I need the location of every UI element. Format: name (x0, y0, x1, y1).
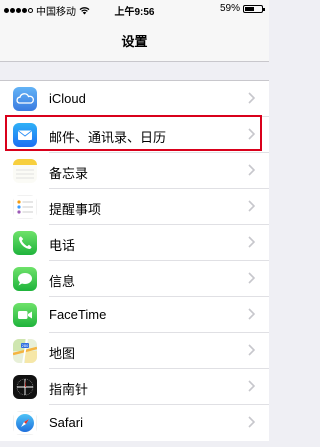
status-bar: 中国移动 上午9:56 59% (0, 0, 269, 18)
settings-item-label: 指南针 (49, 382, 89, 397)
settings-item-messages[interactable]: 信息 (0, 261, 269, 297)
settings-item-label: 电话 (49, 238, 76, 253)
chevron-right-icon (248, 308, 256, 320)
settings-item-maps[interactable]: 280 地图 (0, 333, 269, 369)
settings-item-label: 地图 (49, 346, 76, 361)
chevron-right-icon (248, 416, 256, 428)
chevron-right-icon (248, 200, 256, 212)
chevron-right-icon (248, 164, 256, 176)
settings-item-label: 信息 (49, 274, 76, 289)
settings-item-label: iCloud (49, 91, 86, 106)
settings-item-icloud[interactable]: iCloud (0, 81, 269, 117)
chevron-right-icon (248, 236, 256, 248)
phone-icon (13, 231, 37, 255)
settings-item-compass[interactable]: 指南针 (0, 369, 269, 405)
notes-icon (13, 159, 37, 183)
chevron-right-icon (248, 344, 256, 356)
battery-percent: 59% (219, 3, 240, 14)
settings-item-label: Safari (49, 415, 83, 430)
battery-icon (243, 4, 265, 13)
settings-item-label: 备忘录 (49, 166, 89, 181)
settings-item-label: FaceTime (49, 307, 107, 322)
reminders-icon (13, 195, 37, 219)
chevron-right-icon (248, 92, 256, 104)
facetime-icon (13, 303, 37, 327)
settings-item-notes[interactable]: 备忘录 (0, 153, 269, 189)
battery-status: 59% (219, 3, 265, 14)
icloud-icon (13, 87, 37, 111)
settings-item-safari[interactable]: Safari (0, 405, 269, 441)
chevron-right-icon (248, 272, 256, 284)
highlight-box (5, 115, 262, 151)
chevron-right-icon (248, 380, 256, 392)
page-title: 设置 (121, 34, 148, 49)
compass-icon (13, 375, 37, 399)
settings-item-phone[interactable]: 电话 (0, 225, 269, 261)
maps-icon: 280 (13, 339, 37, 363)
navigation-bar: 设置 (0, 18, 269, 62)
settings-item-facetime[interactable]: FaceTime (0, 297, 269, 333)
safari-icon (13, 411, 37, 435)
messages-icon (13, 267, 37, 291)
svg-text:280: 280 (22, 344, 29, 348)
settings-item-label: 提醒事项 (49, 202, 102, 217)
settings-item-reminders[interactable]: 提醒事项 (0, 189, 269, 225)
